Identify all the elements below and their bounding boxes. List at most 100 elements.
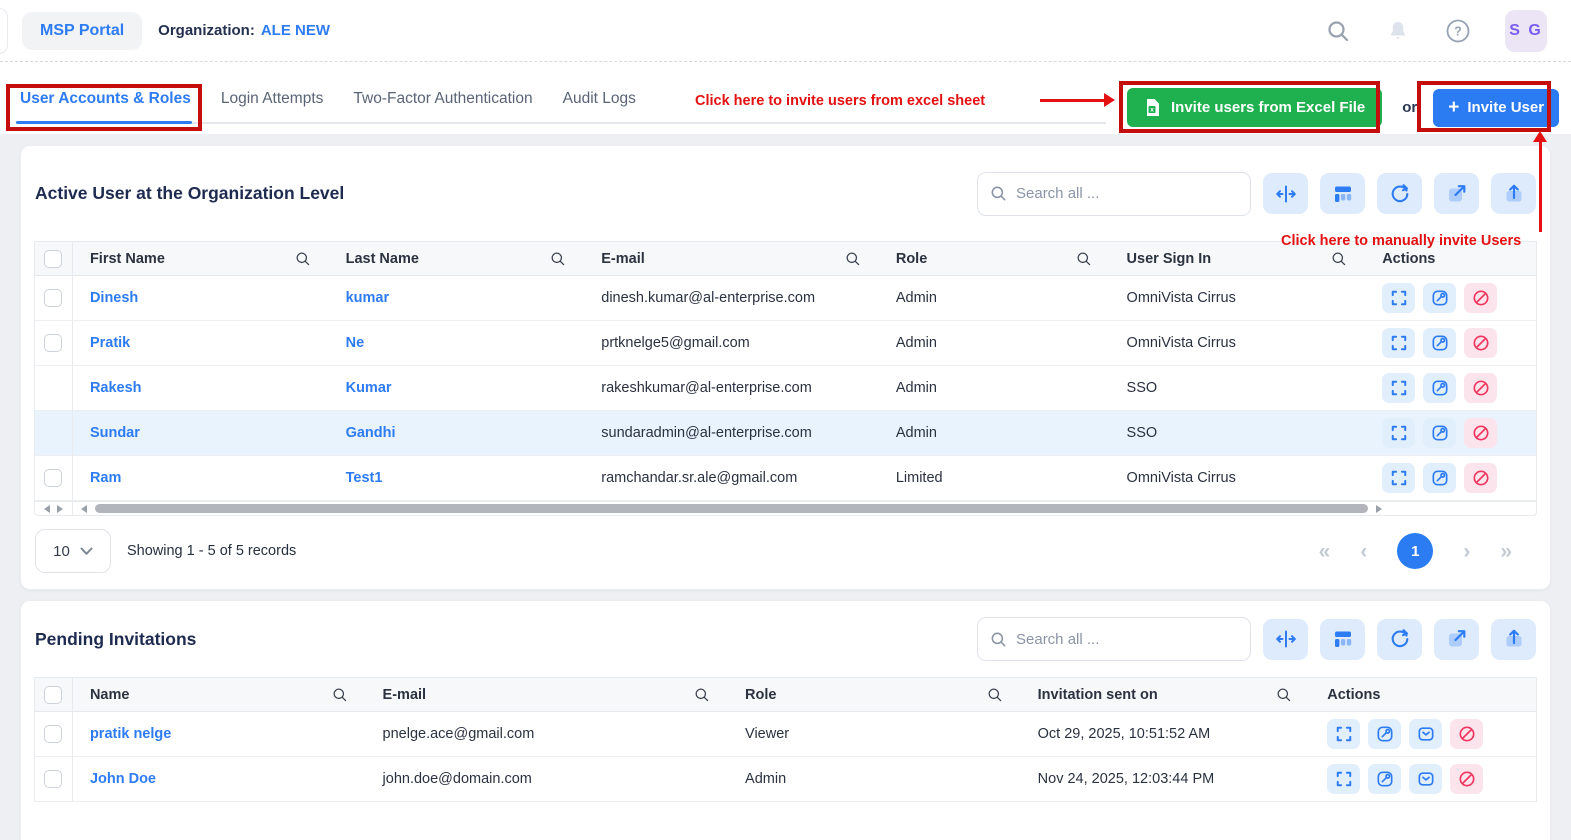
resend-invitation-mail-button[interactable] — [1409, 764, 1443, 794]
tab-bar: User Accounts & Roles Login Attempts Two… — [0, 62, 1571, 134]
expand-row-button[interactable] — [1327, 719, 1361, 749]
column-search-icon[interactable] — [694, 687, 710, 703]
role-cell: Limited — [895, 470, 943, 486]
pending-invitations-title: Pending Invitations — [35, 628, 197, 649]
open-in-new-button[interactable] — [1434, 173, 1479, 214]
svg-text:x: x — [1150, 107, 1154, 114]
organization-name-link[interactable]: ALE NEW — [261, 22, 330, 39]
table-row: John Doe john.doe@domain.com Admin Nov 2… — [35, 757, 1536, 802]
msp-portal-chip[interactable]: MSP Portal — [22, 11, 143, 50]
edit-row-button[interactable] — [1368, 764, 1402, 794]
column-search-icon[interactable] — [1331, 251, 1347, 267]
expand-row-button[interactable] — [1382, 328, 1416, 358]
first-name-link[interactable]: Rakesh — [90, 380, 142, 396]
tab-audit-logs[interactable]: Audit Logs — [563, 62, 636, 126]
revoke-invitation-button[interactable] — [1450, 764, 1484, 794]
fit-columns-button[interactable] — [1263, 173, 1308, 214]
scroll-left-icon[interactable] — [44, 504, 50, 513]
invitee-name-link[interactable]: John Doe — [90, 771, 156, 787]
expand-row-button[interactable] — [1382, 463, 1416, 493]
export-upload-button[interactable] — [1491, 618, 1536, 660]
select-all-checkbox[interactable] — [44, 249, 63, 268]
expand-row-button[interactable] — [1382, 283, 1416, 313]
row-checkbox[interactable] — [44, 770, 63, 788]
previous-page-button[interactable]: ‹ — [1360, 541, 1367, 562]
row-checkbox[interactable] — [44, 289, 63, 307]
scroll-right-icon[interactable] — [57, 504, 63, 513]
last-name-link[interactable]: kumar — [346, 290, 390, 306]
first-name-link[interactable]: Dinesh — [90, 290, 138, 306]
refresh-button[interactable] — [1377, 173, 1422, 214]
select-all-checkbox[interactable] — [44, 685, 63, 704]
column-settings-button[interactable] — [1320, 618, 1365, 660]
edit-row-button[interactable] — [1423, 463, 1457, 493]
user-avatar[interactable]: S G — [1505, 9, 1547, 52]
export-upload-button[interactable] — [1491, 173, 1536, 214]
column-search-icon[interactable] — [550, 251, 566, 267]
edit-row-button[interactable] — [1423, 283, 1457, 313]
search-all-input[interactable] — [1016, 185, 1238, 202]
search-icon[interactable] — [1325, 18, 1351, 44]
column-search-icon[interactable] — [1076, 251, 1092, 267]
refresh-button[interactable] — [1377, 618, 1422, 660]
invite-users-from-excel-button[interactable]: x Invite users from Excel File — [1127, 88, 1383, 127]
last-name-link[interactable]: Ne — [346, 335, 365, 351]
email-cell: pnelge.ace@gmail.com — [382, 726, 535, 742]
last-name-link[interactable]: Gandhi — [346, 425, 396, 441]
expand-row-button[interactable] — [1327, 764, 1361, 794]
fit-columns-button[interactable] — [1263, 618, 1308, 660]
first-page-button[interactable]: « — [1319, 541, 1331, 562]
help-icon[interactable]: ? — [1445, 18, 1471, 44]
disable-user-button[interactable] — [1464, 328, 1498, 358]
column-search-icon[interactable] — [295, 251, 311, 267]
sidebar-edge-handle[interactable] — [0, 8, 8, 54]
last-page-button[interactable]: » — [1500, 541, 1512, 562]
disable-user-button[interactable] — [1464, 418, 1498, 448]
pending-table-header: Name E-mail Role Invitation sent on Acti… — [35, 678, 1536, 712]
first-name-link[interactable]: Ram — [90, 470, 121, 486]
scroll-right-icon[interactable] — [1376, 504, 1383, 513]
invitee-name-link[interactable]: pratik nelge — [90, 726, 171, 742]
first-name-link[interactable]: Sundar — [90, 425, 140, 441]
expand-row-button[interactable] — [1382, 418, 1416, 448]
tab-two-factor-authentication[interactable]: Two-Factor Authentication — [353, 62, 532, 126]
disable-user-button[interactable] — [1464, 283, 1498, 313]
sign-in-cell: OmniVista Cirrus — [1126, 335, 1236, 351]
column-settings-button[interactable] — [1320, 173, 1365, 214]
disable-user-button[interactable] — [1464, 373, 1498, 403]
first-name-link[interactable]: Pratik — [90, 335, 130, 351]
column-search-icon[interactable] — [1276, 687, 1292, 703]
pending-searchbox[interactable] — [977, 617, 1251, 661]
edit-row-button[interactable] — [1423, 373, 1457, 403]
edit-row-button[interactable] — [1423, 328, 1457, 358]
search-all-input[interactable] — [1016, 630, 1238, 648]
notifications-bell-icon[interactable] — [1385, 18, 1411, 44]
scrollbar-thumb[interactable] — [95, 504, 1369, 513]
row-checkbox[interactable] — [44, 469, 63, 487]
active-users-searchbox[interactable] — [977, 171, 1251, 216]
revoke-invitation-button[interactable] — [1450, 719, 1484, 749]
current-page-button[interactable]: 1 — [1397, 533, 1434, 569]
next-page-button[interactable]: › — [1463, 541, 1470, 562]
email-cell: ramchandar.sr.ale@gmail.com — [601, 470, 798, 486]
invite-user-button[interactable]: + Invite User — [1433, 88, 1560, 127]
email-cell: dinesh.kumar@al-enterprise.com — [601, 290, 816, 306]
column-search-icon[interactable] — [332, 687, 348, 703]
row-checkbox[interactable] — [44, 725, 63, 743]
expand-row-button[interactable] — [1382, 373, 1416, 403]
column-search-icon[interactable] — [845, 251, 861, 267]
column-search-icon[interactable] — [987, 687, 1003, 703]
edit-row-button[interactable] — [1423, 418, 1457, 448]
tab-login-attempts[interactable]: Login Attempts — [221, 62, 324, 126]
resend-invitation-mail-button[interactable] — [1409, 719, 1443, 749]
row-checkbox[interactable] — [44, 334, 63, 352]
edit-row-button[interactable] — [1368, 719, 1402, 749]
disable-user-button[interactable] — [1464, 463, 1498, 493]
last-name-link[interactable]: Kumar — [346, 380, 392, 396]
email-cell: john.doe@domain.com — [382, 771, 532, 787]
last-name-link[interactable]: Test1 — [346, 470, 383, 486]
page-size-select[interactable]: 10 — [35, 529, 111, 573]
open-in-new-button[interactable] — [1434, 618, 1479, 660]
scroll-left-icon[interactable] — [81, 504, 87, 513]
tab-user-accounts-roles[interactable]: User Accounts & Roles — [20, 62, 191, 126]
